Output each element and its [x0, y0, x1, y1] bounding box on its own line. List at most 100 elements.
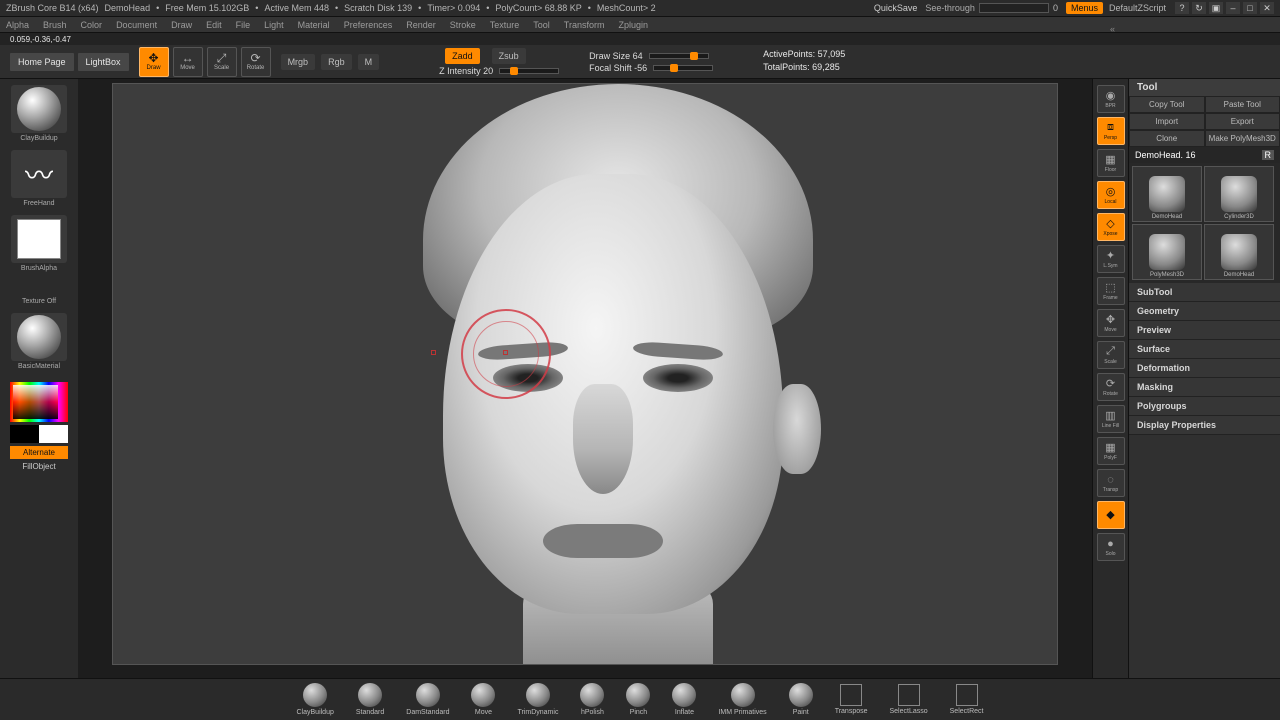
- brush-paint[interactable]: Paint: [789, 683, 813, 716]
- color-picker[interactable]: [10, 382, 68, 422]
- accordion-masking[interactable]: Masking: [1129, 378, 1280, 397]
- brush-selectlasso[interactable]: SelectLasso: [890, 684, 928, 715]
- accordion-surface[interactable]: Surface: [1129, 340, 1280, 359]
- Line Fill-button[interactable]: ▥Line Fill: [1097, 405, 1125, 433]
- m-button[interactable]: M: [358, 54, 380, 70]
- accordion-deformation[interactable]: Deformation: [1129, 359, 1280, 378]
- menu-brush[interactable]: Brush: [43, 20, 67, 30]
- Frame-button[interactable]: ⬚Frame: [1097, 277, 1125, 305]
- subtool-item[interactable]: DemoHead: [1204, 224, 1274, 280]
- clone-button[interactable]: Clone: [1129, 130, 1205, 147]
- brush-trimdynamic[interactable]: TrimDynamic: [517, 683, 558, 716]
- Scale-button[interactable]: ⤢Scale: [1097, 341, 1125, 369]
- menus-button[interactable]: Menus: [1066, 2, 1103, 14]
- fillobject-button[interactable]: FillObject: [22, 462, 55, 471]
- seethrough-slider[interactable]: [979, 3, 1049, 13]
- brush-move[interactable]: Move: [471, 683, 495, 716]
- expand-icon[interactable]: ▣: [1209, 2, 1223, 14]
- accordion-subtool[interactable]: SubTool: [1129, 283, 1280, 302]
- viewport[interactable]: [112, 83, 1058, 665]
- stroke-thumb[interactable]: 〰: [11, 150, 67, 198]
- zint-slider[interactable]: [499, 68, 559, 74]
- quicksave-button[interactable]: QuickSave: [874, 3, 918, 13]
- accordion-polygroups[interactable]: Polygroups: [1129, 397, 1280, 416]
- panel-collapse-icon[interactable]: «: [1110, 24, 1122, 36]
- minimize-icon[interactable]: –: [1226, 2, 1240, 14]
- zsub-button[interactable]: Zsub: [492, 48, 526, 64]
- menu-zplugin[interactable]: Zplugin: [618, 20, 648, 30]
- drawsize-label[interactable]: Draw Size 64: [589, 51, 643, 61]
- zadd-button[interactable]: Zadd: [445, 48, 480, 64]
- menu-light[interactable]: Light: [264, 20, 284, 30]
- brush-pinch[interactable]: Pinch: [626, 683, 650, 716]
- menu-file[interactable]: File: [236, 20, 251, 30]
- Rotate-button[interactable]: ⟳Rotate: [1097, 373, 1125, 401]
- brush-imm-primatives[interactable]: IMM Primatives: [718, 683, 766, 716]
- brush-claybuildup[interactable]: ClayBuildup: [297, 683, 334, 716]
- drawsize-slider[interactable]: [649, 53, 709, 59]
- accordion-geometry[interactable]: Geometry: [1129, 302, 1280, 321]
- alternate-button[interactable]: Alternate: [10, 446, 68, 459]
- alpha-thumb[interactable]: [11, 215, 67, 263]
- Persp-button[interactable]: ⧈Persp: [1097, 117, 1125, 145]
- lightbox-button[interactable]: LightBox: [78, 53, 129, 71]
- move-mode-button[interactable]: ↔Move: [173, 47, 203, 77]
- BPR-button[interactable]: ◉BPR: [1097, 85, 1125, 113]
- menu-transform[interactable]: Transform: [564, 20, 605, 30]
- home-page-button[interactable]: Home Page: [10, 53, 74, 71]
- export-button[interactable]: Export: [1205, 113, 1280, 130]
- color-swatches[interactable]: [10, 425, 68, 443]
- menu-render[interactable]: Render: [406, 20, 436, 30]
- texture-label[interactable]: Texture Off: [22, 298, 56, 305]
- view-button[interactable]: ◆: [1097, 501, 1125, 529]
- menu-preferences[interactable]: Preferences: [344, 20, 393, 30]
- r-button[interactable]: R: [1262, 150, 1275, 160]
- Solo-button[interactable]: ●Solo: [1097, 533, 1125, 561]
- rgb-button[interactable]: Rgb: [321, 54, 352, 70]
- paste-tool-button[interactable]: Paste Tool: [1205, 96, 1280, 113]
- menu-draw[interactable]: Draw: [171, 20, 192, 30]
- brush-transpose[interactable]: Transpose: [835, 684, 868, 715]
- menu-material[interactable]: Material: [298, 20, 330, 30]
- accordion-display-properties[interactable]: Display Properties: [1129, 416, 1280, 435]
- menu-stroke[interactable]: Stroke: [450, 20, 476, 30]
- zint-label[interactable]: Z Intensity 20: [439, 66, 493, 76]
- Local-button[interactable]: ◎Local: [1097, 181, 1125, 209]
- brush-thumb[interactable]: [11, 85, 67, 133]
- focal-label[interactable]: Focal Shift -56: [589, 63, 647, 73]
- subtool-item[interactable]: DemoHead: [1132, 166, 1202, 222]
- maximize-icon[interactable]: □: [1243, 2, 1257, 14]
- help-icon[interactable]: ?: [1175, 2, 1189, 14]
- sync-icon[interactable]: ↻: [1192, 2, 1206, 14]
- menu-document[interactable]: Document: [116, 20, 157, 30]
- menu-texture[interactable]: Texture: [490, 20, 520, 30]
- menu-edit[interactable]: Edit: [206, 20, 222, 30]
- brush-selectrect[interactable]: SelectRect: [950, 684, 984, 715]
- menu-tool[interactable]: Tool: [533, 20, 550, 30]
- mrgb-button[interactable]: Mrgb: [281, 54, 316, 70]
- Transp-button[interactable]: ◌Transp: [1097, 469, 1125, 497]
- make-polymesh-button[interactable]: Make PolyMesh3D: [1205, 130, 1280, 147]
- Xpose-button[interactable]: ◇Xpose: [1097, 213, 1125, 241]
- draw-mode-button[interactable]: ✥Draw: [139, 47, 169, 77]
- L.Sym-button[interactable]: ✦L.Sym: [1097, 245, 1125, 273]
- Floor-button[interactable]: ▦Floor: [1097, 149, 1125, 177]
- brush-hpolish[interactable]: hPolish: [580, 683, 604, 716]
- default-zscript[interactable]: DefaultZScript: [1109, 3, 1166, 13]
- focal-slider[interactable]: [653, 65, 713, 71]
- PolyF-button[interactable]: ▦PolyF: [1097, 437, 1125, 465]
- accordion-preview[interactable]: Preview: [1129, 321, 1280, 340]
- close-icon[interactable]: ✕: [1260, 2, 1274, 14]
- brush-inflate[interactable]: Inflate: [672, 683, 696, 716]
- menu-color[interactable]: Color: [81, 20, 103, 30]
- material-thumb[interactable]: [11, 313, 67, 361]
- subtool-item[interactable]: Cylinder3D: [1204, 166, 1274, 222]
- copy-tool-button[interactable]: Copy Tool: [1129, 96, 1205, 113]
- rotate-mode-button[interactable]: ⟳Rotate: [241, 47, 271, 77]
- subtool-item[interactable]: PolyMesh3D: [1132, 224, 1202, 280]
- brush-damstandard[interactable]: DamStandard: [406, 683, 449, 716]
- brush-standard[interactable]: Standard: [356, 683, 384, 716]
- scale-mode-button[interactable]: ⤢Scale: [207, 47, 237, 77]
- import-button[interactable]: Import: [1129, 113, 1205, 130]
- menu-alpha[interactable]: Alpha: [6, 20, 29, 30]
